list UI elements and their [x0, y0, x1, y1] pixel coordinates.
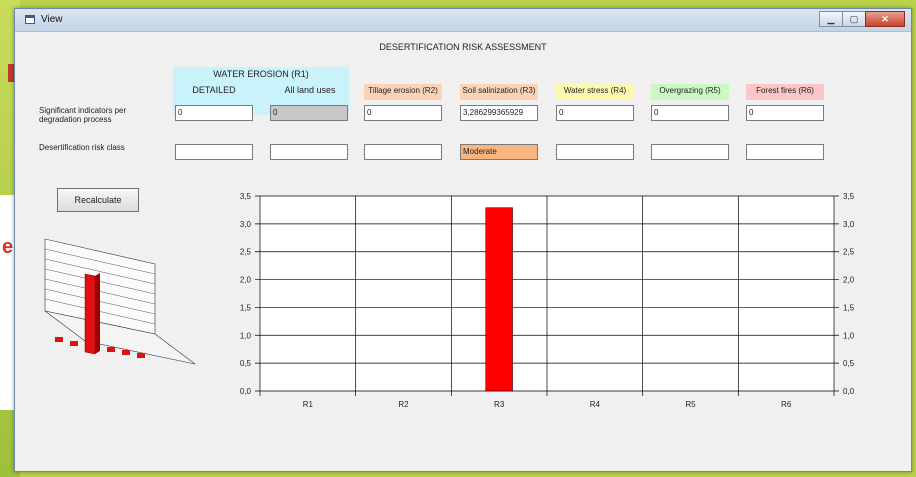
header-soil-salinization: Soil salinization (R3)	[460, 84, 538, 100]
risk-field-r3[interactable]: Moderate	[460, 144, 538, 160]
indicator-field-r5[interactable]: 0	[651, 105, 729, 121]
y-tick-label-right: 2,5	[843, 248, 855, 257]
indicators-label: Significant indicators per degradation p…	[39, 106, 127, 124]
risk-field-r6[interactable]	[746, 144, 824, 160]
page-title: DESERTIFICATION RISK ASSESSMENT	[379, 42, 547, 52]
minimize-button[interactable]: ▁	[819, 11, 843, 27]
all-land-uses-label: All land uses	[284, 85, 336, 95]
x-tick-label: R2	[398, 400, 409, 409]
view-window: View ▁ ▢ ✕ DESERTIFICATION RISK ASSESSME…	[14, 8, 912, 472]
title-bar[interactable]: View ▁ ▢ ✕	[15, 9, 911, 32]
y-tick-label-right: 3,5	[843, 192, 855, 201]
indicator-field-r2[interactable]: 0	[364, 105, 442, 121]
x-tick-label: R1	[303, 400, 314, 409]
header-tillage-erosion: Tillage erosion (R2)	[364, 84, 442, 100]
risk-field-r1-detailed[interactable]	[175, 144, 253, 160]
chart-3d-preview	[44, 238, 196, 365]
y-tick-label: 0,5	[240, 359, 252, 368]
y-tick-label-right: 3,0	[843, 220, 855, 229]
indicator-field-r4[interactable]: 0	[556, 105, 634, 121]
header-overgrazing: Overgrazing (R5)	[651, 84, 729, 100]
x-tick-label: R6	[781, 400, 792, 409]
risk-field-r4[interactable]	[556, 144, 634, 160]
risk-bar-chart: 0,0 0,0 0,5 0,5 1,0 1,0 1,5 1,5 2,0 2,0 2,5 2,5 3,0 3…	[240, 192, 855, 409]
maximize-button[interactable]: ▢	[842, 11, 866, 27]
risk-field-r2[interactable]	[364, 144, 442, 160]
indicator-field-r6[interactable]: 0	[746, 105, 824, 121]
y-tick-label-right: 1,0	[843, 331, 855, 340]
window-controls: ▁ ▢ ✕	[819, 11, 905, 27]
y-tick-label: 1,5	[240, 303, 252, 312]
water-erosion-title: WATER EROSION (R1)	[213, 69, 309, 79]
chart-3d-bar	[84, 273, 96, 355]
minimize-icon: ▁	[827, 13, 835, 24]
background-letter: e	[2, 236, 14, 258]
form-body: DESERTIFICATION RISK ASSESSMENT WATER ER…	[17, 33, 909, 469]
risk-class-label: Desertification risk class	[39, 143, 125, 152]
chart-3d-bar-side	[95, 273, 100, 354]
recalculate-button[interactable]: Recalculate	[57, 188, 139, 212]
header-water-stress: Water stress (R4)	[556, 84, 634, 100]
x-tick-label: R4	[590, 400, 601, 409]
indicator-field-r3[interactable]: 3,286299365929	[460, 105, 538, 121]
y-tick-label-right: 1,5	[843, 303, 855, 312]
maximize-icon: ▢	[849, 13, 859, 24]
y-tick-label: 1,0	[240, 331, 252, 340]
y-tick-label: 0,0	[240, 387, 252, 396]
y-tick-label: 2,0	[240, 276, 252, 285]
risk-field-r1-all[interactable]	[270, 144, 348, 160]
x-tick-label: R3	[494, 400, 505, 409]
y-tick-label: 3,0	[240, 220, 252, 229]
window-icon	[25, 15, 35, 24]
y-tick-label-right: 0,5	[843, 359, 855, 368]
window-title: View	[41, 14, 63, 25]
detailed-label: DETAILED	[192, 85, 236, 95]
indicator-field-r1-all[interactable]: 0	[270, 105, 348, 121]
y-tick-label-right: 2,0	[843, 276, 855, 285]
close-button[interactable]: ✕	[865, 11, 905, 27]
x-tick-label: R5	[685, 400, 696, 409]
close-icon: ✕	[881, 13, 889, 24]
header-forest-fires: Forest fires (R6)	[746, 84, 824, 100]
indicator-field-r1-detailed[interactable]: 0	[175, 105, 253, 121]
risk-field-r5[interactable]	[651, 144, 729, 160]
y-tick-label-right: 0,0	[843, 387, 855, 396]
y-tick-label: 3,5	[240, 192, 252, 201]
y-tick-label: 2,5	[240, 248, 252, 257]
bar-R3	[485, 207, 513, 392]
